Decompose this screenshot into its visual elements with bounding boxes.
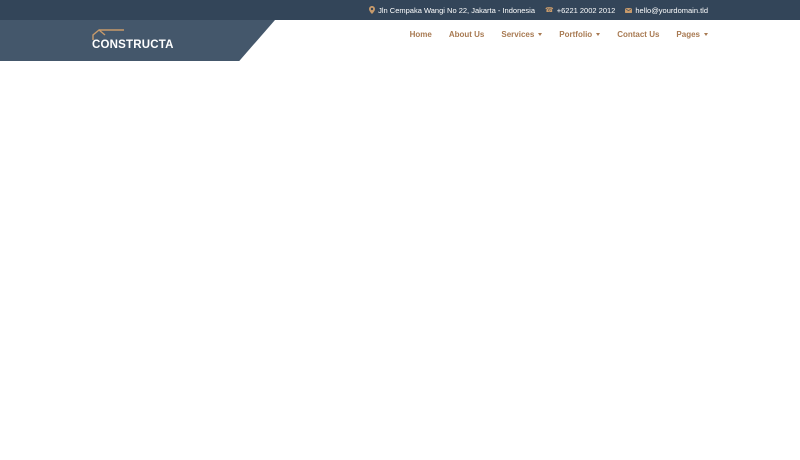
address-text: Jln Cempaka Wangi No 22, Jakarta - Indon… <box>378 5 535 15</box>
nav-item-label: Home <box>409 29 432 39</box>
page-content-area <box>0 61 800 460</box>
chevron-down-icon <box>704 32 708 36</box>
nav-item-services[interactable]: Services <box>501 29 543 39</box>
main-navigation: Home About Us Services Portfolio Contact… <box>410 26 708 42</box>
map-pin-icon <box>369 6 376 14</box>
contact-info: Jln Cempaka Wangi No 22, Jakarta - Indon… <box>369 0 708 20</box>
email-item[interactable]: hello@yourdomain.tld <box>625 6 708 15</box>
envelope-icon <box>625 7 633 13</box>
phone-icon: ☎ <box>545 7 554 14</box>
nav-item-label: Contact Us <box>617 29 660 39</box>
chevron-down-icon <box>538 32 543 36</box>
nav-item-label: Services <box>501 29 535 39</box>
nav-item-pages[interactable]: Pages <box>676 30 708 39</box>
nav-item-about-us[interactable]: About Us <box>449 30 485 39</box>
address-item: Jln Cempaka Wangi No 22, Jakarta - Indon… <box>369 6 535 15</box>
phone-text[interactable]: +6221 2002 2012 <box>557 6 616 15</box>
nav-item-home[interactable]: Home <box>410 30 432 39</box>
chevron-down-icon <box>596 32 601 36</box>
phone-item[interactable]: ☎ +6221 2002 2012 <box>545 6 615 15</box>
house-roof-icon <box>92 29 124 40</box>
nav-item-portfolio[interactable]: Portfolio <box>559 29 601 39</box>
nav-item-label: About Us <box>448 29 485 39</box>
nav-item-label: Portfolio <box>559 29 593 39</box>
nav-item-contact-us[interactable]: Contact Us <box>617 30 659 39</box>
top-info-bar: Jln Cempaka Wangi No 22, Jakarta - Indon… <box>0 0 800 20</box>
nav-item-label: Pages <box>676 29 700 39</box>
email-text[interactable]: hello@yourdomain.tld <box>635 6 708 15</box>
brand-logo[interactable]: CONSTRUCTA <box>92 29 174 51</box>
